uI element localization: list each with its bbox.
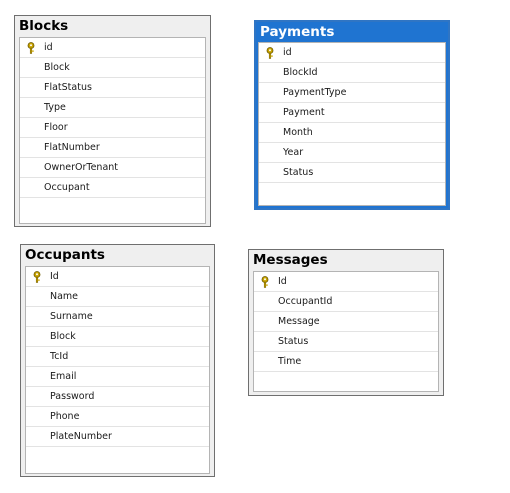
column-name: Block <box>50 331 76 342</box>
column-row[interactable]: id <box>259 43 445 63</box>
column-row[interactable]: Password <box>26 387 209 407</box>
column-name: FlatStatus <box>44 82 92 93</box>
table-title: Occupants <box>25 247 105 263</box>
column-row[interactable]: Name <box>26 287 209 307</box>
column-name: Status <box>278 336 309 347</box>
column-name: TcId <box>50 351 69 362</box>
column-row[interactable]: BlockId <box>259 63 445 83</box>
column-name: OccupantId <box>278 296 333 307</box>
column-name: Surname <box>50 311 93 322</box>
key-icon <box>33 271 41 283</box>
key-icon <box>27 42 35 54</box>
column-name: Floor <box>44 122 68 133</box>
column-name: Block <box>44 62 70 73</box>
table-payments[interactable]: Payments id BlockId PaymentType Payment … <box>254 20 450 210</box>
column-name: Phone <box>50 411 80 422</box>
column-list: id Block FlatStatus Type Floor FlatNumbe… <box>19 37 206 224</box>
key-icon <box>261 276 269 288</box>
column-row[interactable]: Surname <box>26 307 209 327</box>
table-title: Messages <box>253 252 328 268</box>
column-row[interactable]: Email <box>26 367 209 387</box>
column-row[interactable]: Year <box>259 143 445 163</box>
column-name: Id <box>278 276 287 287</box>
table-messages[interactable]: Messages Id OccupantId Message Status Ti… <box>248 249 444 396</box>
table-title: Payments <box>260 24 335 40</box>
column-row[interactable]: Block <box>26 327 209 347</box>
column-row[interactable]: Phone <box>26 407 209 427</box>
column-name: Occupant <box>44 182 90 193</box>
column-row[interactable]: Floor <box>20 118 205 138</box>
column-name: Status <box>283 167 314 178</box>
column-row[interactable]: Status <box>254 332 438 352</box>
column-row[interactable]: Message <box>254 312 438 332</box>
column-name: Email <box>50 371 77 382</box>
column-name: OwnerOrTenant <box>44 162 119 173</box>
column-name: FlatNumber <box>44 142 100 153</box>
column-row[interactable]: Block <box>20 58 205 78</box>
column-list: id BlockId PaymentType Payment Month Yea… <box>258 42 446 206</box>
column-row[interactable]: Payment <box>259 103 445 123</box>
column-name: Time <box>278 356 302 367</box>
column-row[interactable]: Month <box>259 123 445 143</box>
table-title: Blocks <box>19 18 69 34</box>
column-row[interactable]: Occupant <box>20 178 205 198</box>
column-name: id <box>283 47 292 58</box>
column-row[interactable]: FlatNumber <box>20 138 205 158</box>
column-name: Message <box>278 316 320 327</box>
column-row[interactable]: Id <box>254 272 438 292</box>
column-row[interactable]: id <box>20 38 205 58</box>
column-row[interactable]: OccupantId <box>254 292 438 312</box>
column-row[interactable]: Id <box>26 267 209 287</box>
column-name: Payment <box>283 107 325 118</box>
column-name: BlockId <box>283 67 318 78</box>
column-name: Password <box>50 391 95 402</box>
column-name: PaymentType <box>283 87 347 98</box>
table-occupants[interactable]: Occupants Id Name Surname Block TcId Ema… <box>20 244 215 477</box>
column-row[interactable]: FlatStatus <box>20 78 205 98</box>
table-blocks[interactable]: Blocks id Block FlatStatus Type Floor Fl… <box>14 15 211 227</box>
column-name: Type <box>44 102 66 113</box>
column-list: Id OccupantId Message Status Time <box>253 271 439 392</box>
column-row[interactable]: PlateNumber <box>26 427 209 447</box>
column-row[interactable]: Time <box>254 352 438 372</box>
column-name: Month <box>283 127 313 138</box>
column-list: Id Name Surname Block TcId Email Passwor… <box>25 266 210 474</box>
column-row[interactable]: OwnerOrTenant <box>20 158 205 178</box>
column-row[interactable]: PaymentType <box>259 83 445 103</box>
key-icon <box>266 47 274 59</box>
column-name: Year <box>283 147 304 158</box>
column-name: Name <box>50 291 79 302</box>
column-row[interactable]: TcId <box>26 347 209 367</box>
column-row[interactable]: Status <box>259 163 445 183</box>
column-name: Id <box>50 271 59 282</box>
column-name: id <box>44 42 53 53</box>
column-name: PlateNumber <box>50 431 112 442</box>
column-row[interactable]: Type <box>20 98 205 118</box>
